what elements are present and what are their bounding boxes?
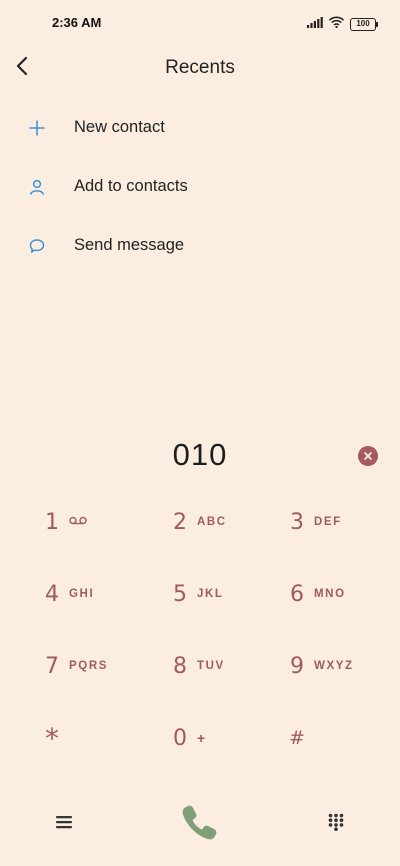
key-letters: TUV (197, 660, 225, 672)
header: Recents (0, 44, 400, 92)
dialpad-toggle-button[interactable] (324, 810, 348, 834)
keypad-row: * 0 + # (0, 702, 400, 774)
battery-level: 100 (356, 19, 370, 28)
battery-icon: 100 (350, 17, 378, 31)
key-letters: MNO (314, 588, 346, 600)
keypad-row: 7 PQRS 8 TUV 9 WXYZ (0, 630, 400, 702)
menu-item-label: New contact (74, 118, 165, 136)
key-digit: * (45, 721, 59, 755)
key-5[interactable]: 5 JKL (170, 558, 224, 630)
keypad-row: 4 GHI 5 JKL 6 MNO (0, 558, 400, 630)
key-digit: 1 (45, 509, 59, 535)
key-hash[interactable]: # (287, 702, 307, 774)
new-contact-item[interactable]: New contact (0, 98, 400, 157)
bottom-bar (0, 790, 400, 854)
plus-icon (27, 118, 47, 138)
key-digit: 0 (173, 725, 187, 751)
key-digit: 9 (290, 653, 304, 679)
key-letters: GHI (69, 588, 95, 600)
key-digit: 6 (290, 581, 304, 607)
status-time: 2:36 AM (52, 15, 102, 30)
wifi-icon (328, 15, 345, 33)
delete-button[interactable] (358, 446, 378, 466)
status-bar: 2:36 AM 100 (0, 0, 400, 44)
person-icon (27, 177, 47, 197)
number-display: 010 (0, 435, 400, 479)
key-letters: + (197, 730, 207, 746)
key-digit: # (289, 727, 305, 749)
key-2[interactable]: 2 ABC (170, 486, 227, 558)
key-0[interactable]: 0 + (170, 702, 207, 774)
action-menu: New contact Add to contacts Send message (0, 98, 400, 275)
menu-item-label: Add to contacts (74, 177, 188, 195)
key-6[interactable]: 6 MNO (287, 558, 346, 630)
key-7[interactable]: 7 PQRS (42, 630, 108, 702)
key-digit: 4 (45, 581, 59, 607)
key-star[interactable]: * (42, 702, 62, 774)
keypad-row: 1 2 ABC 3 DEF (0, 486, 400, 558)
key-9[interactable]: 9 WXYZ (287, 630, 354, 702)
page-title: Recents (165, 57, 235, 78)
hamburger-icon (56, 816, 72, 829)
key-4[interactable]: 4 GHI (42, 558, 94, 630)
backspace-circle-icon (364, 452, 372, 460)
key-letters: JKL (197, 588, 224, 600)
voicemail-icon (69, 516, 87, 528)
chat-bubble-icon (27, 236, 47, 256)
key-letters: PQRS (69, 660, 108, 672)
key-letters: ABC (197, 516, 227, 528)
key-letters: DEF (314, 516, 342, 528)
add-to-contacts-item[interactable]: Add to contacts (0, 157, 400, 216)
signal-icon (307, 15, 323, 33)
phone-icon (182, 805, 217, 840)
key-digit: 2 (173, 509, 187, 535)
call-button[interactable] (176, 798, 224, 846)
send-message-item[interactable]: Send message (0, 216, 400, 275)
key-digit: 8 (173, 653, 187, 679)
key-1[interactable]: 1 (42, 486, 87, 558)
dialpad-icon (328, 813, 344, 831)
key-digit: 3 (290, 509, 304, 535)
key-letters: WXYZ (314, 660, 354, 672)
key-digit: 7 (45, 653, 59, 679)
status-icons: 100 (307, 15, 378, 33)
menu-button[interactable] (52, 810, 76, 834)
key-3[interactable]: 3 DEF (287, 486, 342, 558)
key-8[interactable]: 8 TUV (170, 630, 225, 702)
menu-item-label: Send message (74, 236, 185, 254)
key-digit: 5 (173, 581, 187, 607)
keypad: 1 2 ABC 3 DEF 4 GHI 5 JKL 6 MNO 7 PQRS 8… (0, 486, 400, 774)
dialed-number: 010 (172, 437, 228, 472)
